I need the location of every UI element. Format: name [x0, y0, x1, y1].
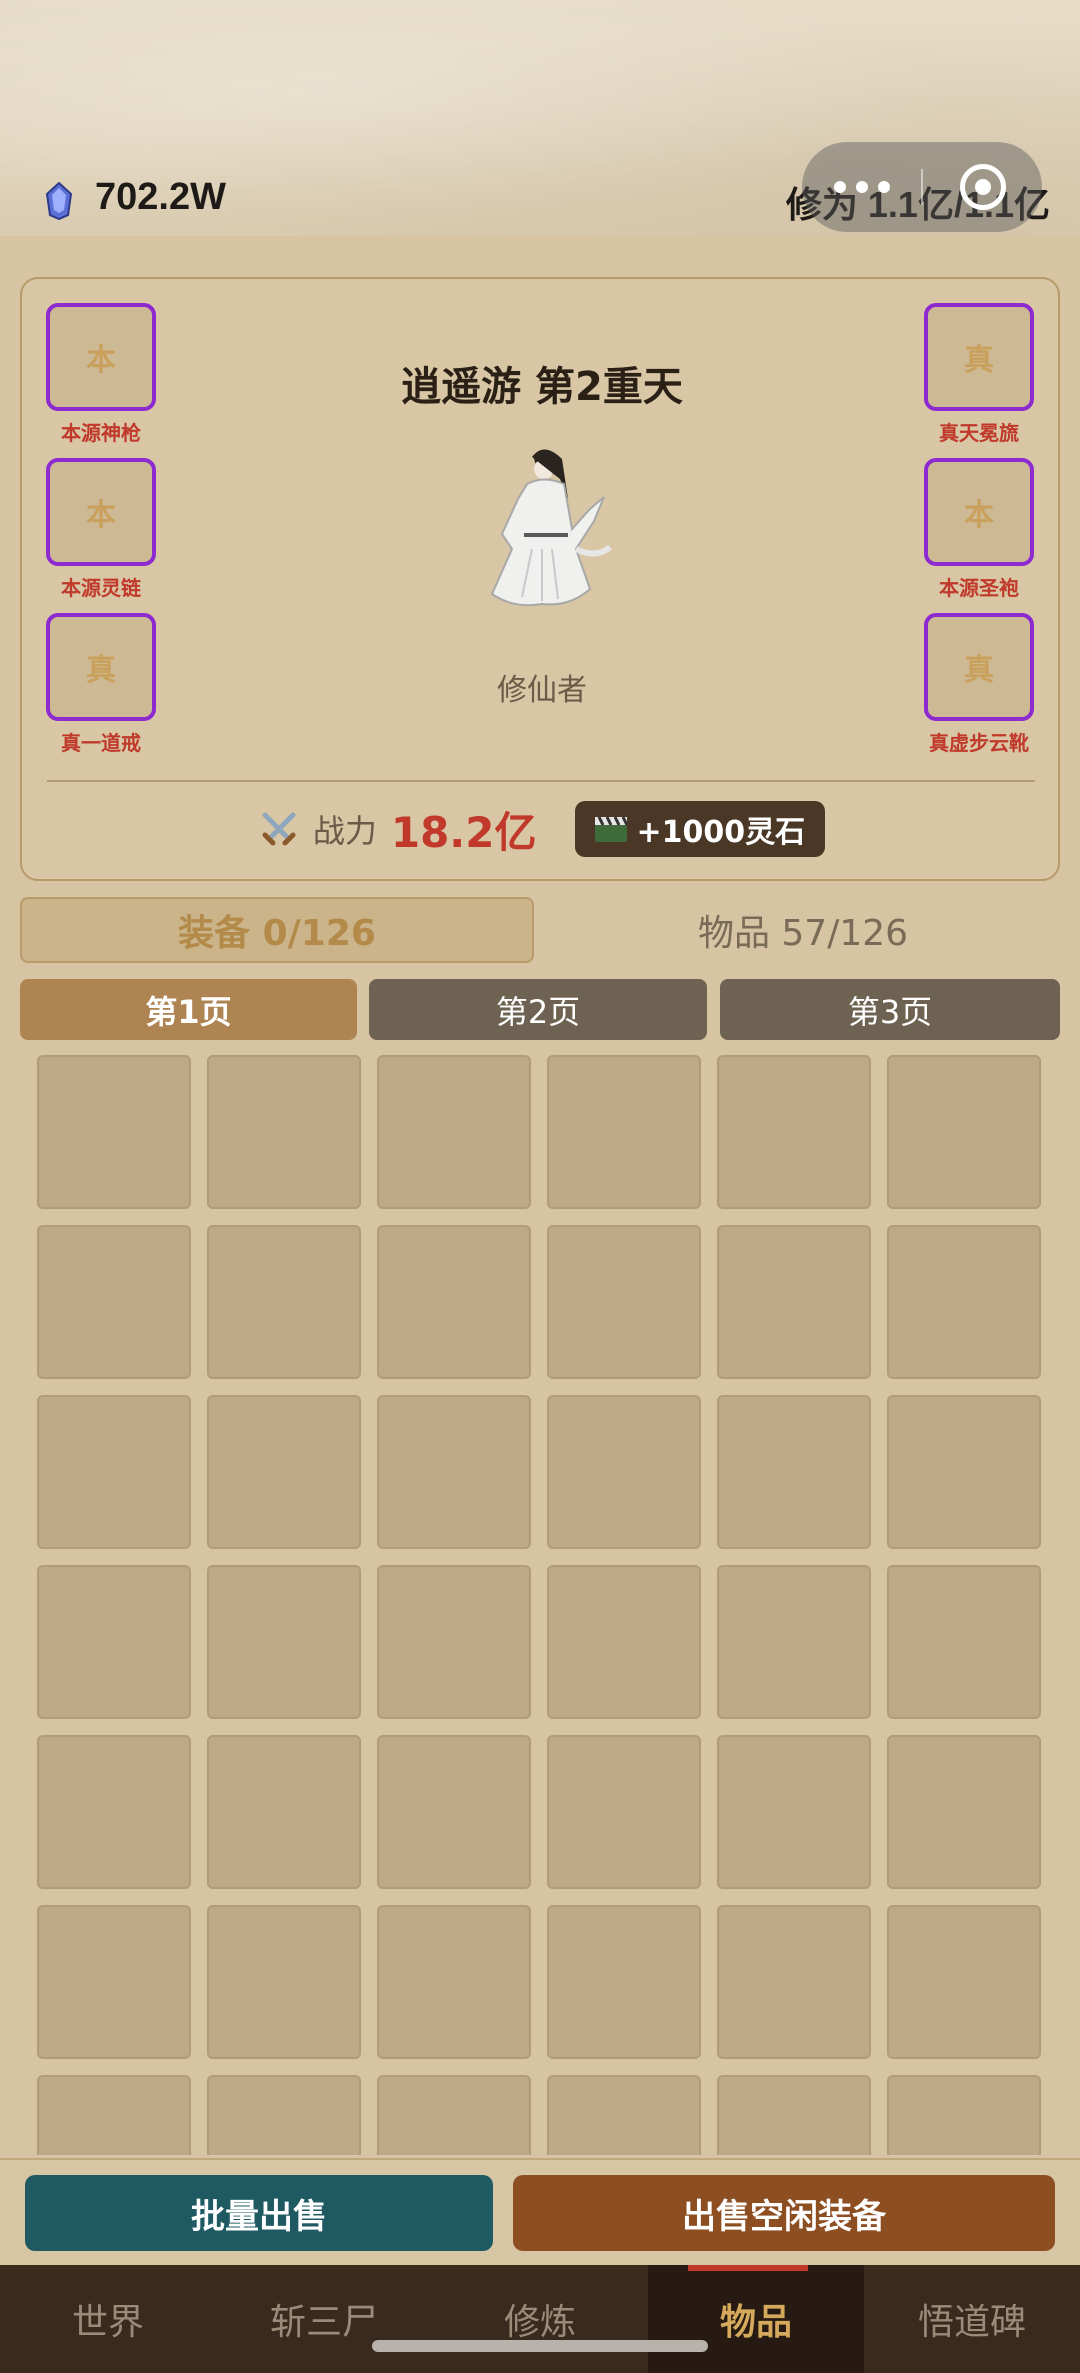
- inventory-slot[interactable]: [207, 1565, 361, 1719]
- inventory-slot[interactable]: [887, 1905, 1041, 2059]
- watch-ad-reward-button[interactable]: +1000灵石: [574, 801, 826, 857]
- nav-enlightenment-stele[interactable]: 悟道碑: [864, 2265, 1080, 2373]
- inventory-slot[interactable]: [37, 1225, 191, 1379]
- character-panel: 本 本源神枪 本 本源灵链 真 真一道戒 真 真天冕旒 本 本源圣袍 真 真虚步…: [20, 277, 1060, 881]
- nav-world[interactable]: 世界: [0, 2265, 216, 2373]
- inventory-slot[interactable]: [887, 1565, 1041, 1719]
- batch-sell-button[interactable]: 批量出售: [25, 2175, 493, 2251]
- slot-label-robe: 本源圣袍: [939, 576, 1019, 600]
- inventory-slot[interactable]: [377, 1225, 531, 1379]
- inventory-slot[interactable]: [887, 1055, 1041, 1209]
- inventory-slot[interactable]: [377, 1395, 531, 1549]
- inventory-grid: [37, 1055, 1045, 2155]
- inventory-slot[interactable]: [377, 2075, 531, 2155]
- tab-items[interactable]: 物品 57/126: [546, 897, 1060, 963]
- inventory-slot[interactable]: [717, 1395, 871, 1549]
- inventory-slot[interactable]: [717, 2075, 871, 2155]
- slot-label-ring: 真一道戒: [61, 731, 141, 755]
- inventory-slot[interactable]: [207, 1735, 361, 1889]
- power-label: 战力: [312, 812, 377, 850]
- combat-power-row: 战力 18.2亿 +1000灵石: [22, 799, 1062, 859]
- home-indicator[interactable]: [372, 2340, 708, 2352]
- inventory-slot[interactable]: [37, 1735, 191, 1889]
- realm-title: 逍遥游 第2重天: [401, 364, 683, 410]
- spirit-stone-amount: 702.2W: [95, 176, 226, 218]
- page-tab-3[interactable]: 第3页: [720, 979, 1060, 1040]
- inventory-slot[interactable]: [547, 1905, 701, 2059]
- inventory-slot[interactable]: [547, 1055, 701, 1209]
- inventory-slot[interactable]: [887, 1735, 1041, 1889]
- slot-glyph: 本: [86, 498, 116, 533]
- spirit-stone-icon: [45, 182, 73, 220]
- crossed-swords-icon: [262, 812, 296, 846]
- inventory-slot[interactable]: [547, 1225, 701, 1379]
- power-value: 18.2亿: [390, 807, 537, 857]
- slot-label-weapon: 本源神枪: [61, 421, 141, 445]
- page-tab-1[interactable]: 第1页: [20, 979, 357, 1040]
- bottom-navigation: 世界 斩三尸 修炼 物品 悟道碑: [0, 2265, 1080, 2373]
- inventory-slot[interactable]: [547, 1565, 701, 1719]
- inventory-slot[interactable]: [887, 2075, 1041, 2155]
- inventory-slot[interactable]: [37, 1565, 191, 1719]
- panel-divider: [47, 780, 1035, 782]
- inventory-slot[interactable]: [37, 1905, 191, 2059]
- inventory-slot[interactable]: [717, 1735, 871, 1889]
- inventory-slot[interactable]: [37, 1055, 191, 1209]
- inventory-slot[interactable]: [717, 1225, 871, 1379]
- more-menu-icon[interactable]: [802, 181, 921, 193]
- slot-label-boots: 真虚步云靴: [929, 731, 1029, 755]
- inventory-slot[interactable]: [37, 2075, 191, 2155]
- inventory-slot[interactable]: [547, 1395, 701, 1549]
- inventory-slot[interactable]: [717, 1905, 871, 2059]
- mini-program-capsule[interactable]: [802, 142, 1042, 232]
- nav-slay-three-corpses[interactable]: 斩三尸: [216, 2265, 432, 2373]
- inventory-slot[interactable]: [887, 1225, 1041, 1379]
- inventory-slot[interactable]: [207, 1055, 361, 1209]
- slot-label-crown: 真天冕旒: [939, 421, 1019, 445]
- inventory-slot[interactable]: [377, 1735, 531, 1889]
- inventory-slot[interactable]: [207, 1905, 361, 2059]
- inventory-slot[interactable]: [887, 1395, 1041, 1549]
- inventory-slot[interactable]: [717, 1055, 871, 1209]
- inventory-slot[interactable]: [717, 1565, 871, 1719]
- inventory-slot[interactable]: [207, 1225, 361, 1379]
- inventory-slot[interactable]: [377, 1905, 531, 2059]
- inventory-slot[interactable]: [547, 2075, 701, 2155]
- nav-cultivate[interactable]: 修炼: [432, 2265, 648, 2373]
- slot-glyph: 本: [964, 498, 994, 533]
- sell-idle-equipment-button[interactable]: 出售空闲装备: [513, 2175, 1055, 2251]
- ad-reward-label: +1000灵石: [636, 815, 806, 850]
- clapperboard-icon: [594, 816, 628, 842]
- cultivator-avatar: [490, 449, 612, 607]
- tab-equipment[interactable]: 装备 0/126: [20, 897, 534, 963]
- inventory-slot[interactable]: [547, 1735, 701, 1889]
- slot-label-necklace: 本源灵链: [61, 576, 141, 600]
- equip-slot-robe[interactable]: 本: [924, 458, 1034, 566]
- nav-items[interactable]: 物品: [648, 2265, 864, 2373]
- inventory-slot[interactable]: [37, 1395, 191, 1549]
- action-bar: 批量出售 出售空闲装备: [0, 2158, 1080, 2265]
- inventory-slot[interactable]: [377, 1565, 531, 1719]
- close-program-icon[interactable]: [923, 164, 1042, 210]
- inventory-slot[interactable]: [377, 1055, 531, 1209]
- equip-slot-necklace[interactable]: 本: [46, 458, 156, 566]
- page-tab-2[interactable]: 第2页: [369, 979, 707, 1040]
- role-name: 修仙者: [497, 673, 587, 708]
- inventory-slot[interactable]: [207, 2075, 361, 2155]
- inventory-slot[interactable]: [207, 1395, 361, 1549]
